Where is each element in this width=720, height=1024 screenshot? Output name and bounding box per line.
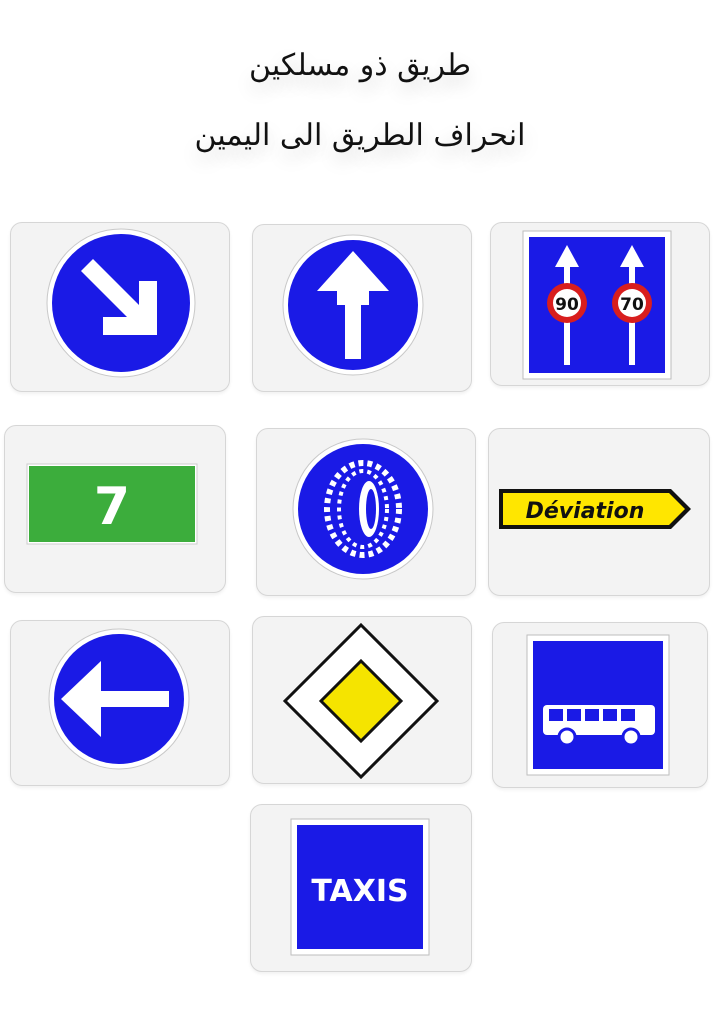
- answer-option-priority-road[interactable]: [252, 616, 472, 784]
- deviation-text: Déviation: [526, 499, 645, 524]
- speed-limit-right: 70: [620, 295, 644, 315]
- route-number-icon: 7: [26, 463, 198, 545]
- speed-limit-left: 90: [555, 295, 579, 315]
- keep-left-arrow-icon: [48, 628, 190, 770]
- ahead-only-arrow-icon: [282, 234, 424, 376]
- route-number-text: 7: [94, 477, 130, 537]
- answer-option-ahead-only[interactable]: [252, 224, 472, 392]
- answer-option-route-number[interactable]: 7: [4, 425, 226, 593]
- answer-option-deviation[interactable]: Déviation: [488, 428, 710, 596]
- answer-option-snow-chains[interactable]: [256, 428, 476, 596]
- answer-option-keep-left[interactable]: [10, 620, 230, 786]
- question-line-1: طريق ذو مسلكين: [249, 48, 471, 83]
- answer-option-bus-lane[interactable]: [492, 622, 708, 788]
- keep-right-arrow-icon: [46, 228, 196, 378]
- question-line-2: انحراف الطريق الى اليمين: [194, 118, 526, 153]
- bus-lane-icon: [526, 634, 670, 776]
- taxis-text: TAXIS: [311, 874, 408, 909]
- deviation-arrow-icon: Déviation: [499, 489, 691, 529]
- snow-chains-required-icon: [292, 438, 434, 580]
- question-header: طريق ذو مسلكين انحراف الطريق الى اليمين: [0, 0, 720, 200]
- answer-option-taxis[interactable]: TAXIS: [250, 804, 472, 972]
- lane-speed-limits-icon: 90 70: [522, 230, 672, 380]
- answer-option-lane-speed-limits[interactable]: 90 70: [490, 222, 710, 386]
- priority-road-diamond-icon: [282, 622, 440, 780]
- answer-option-keep-right[interactable]: [10, 222, 230, 392]
- taxis-sign-icon: TAXIS: [290, 818, 430, 956]
